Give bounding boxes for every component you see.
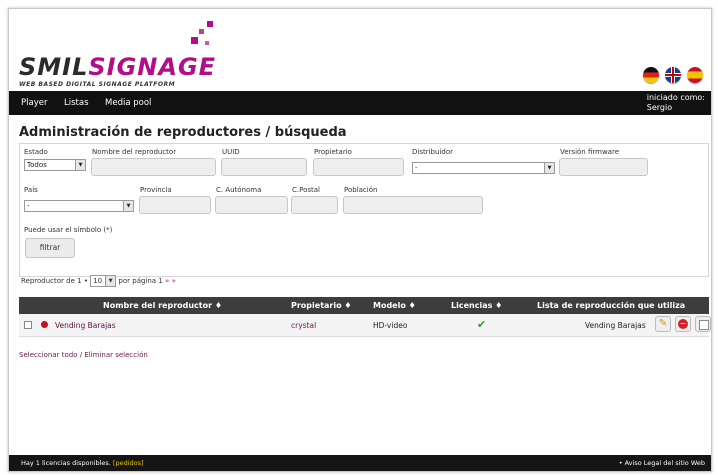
comunidad-input[interactable] <box>215 196 288 214</box>
license-check-icon: ✔ <box>477 318 487 331</box>
postal-input[interactable] <box>291 196 338 214</box>
main-navbar: Player Listas Media pool iniciado como: … <box>9 91 711 115</box>
app-window: SMILSIGNAGE WEB BASED DIGITAL SIGNAGE PL… <box>8 8 712 472</box>
logo-square <box>191 37 198 44</box>
players-table: Nombre del reproductor ♦ Propietario ♦ M… <box>19 297 711 337</box>
estado-label: Estado <box>24 148 48 156</box>
propietario-label: Propietario <box>314 148 352 156</box>
last-page-link[interactable]: » <box>172 277 176 285</box>
logo-square <box>199 29 204 34</box>
distribuidor-label: Distribuidor <box>412 148 453 156</box>
filter-button[interactable]: filtrar <box>25 238 75 258</box>
pais-label: País <box>24 186 38 194</box>
col-licencias[interactable]: Licencias ♦ <box>451 301 502 310</box>
chevron-down-icon: ▼ <box>544 163 554 173</box>
logo[interactable]: SMILSIGNAGE WEB BASED DIGITAL SIGNAGE PL… <box>19 19 219 91</box>
orders-link[interactable]: [pedidos] <box>113 459 144 467</box>
status-dot-icon <box>41 321 48 328</box>
version-input[interactable] <box>559 158 648 176</box>
spain-flag-icon[interactable] <box>687 67 703 83</box>
pager-prefix: Reproductor de 1 • <box>21 277 88 285</box>
distribuidor-select[interactable]: - ▼ <box>412 162 555 174</box>
chevron-down-icon: ▼ <box>105 276 116 286</box>
estado-select[interactable]: Todos ▼ <box>24 159 86 171</box>
pager-suffix: por página <box>118 277 157 285</box>
nav-media-pool[interactable]: Media pool <box>105 98 151 108</box>
table-header: Nombre del reproductor ♦ Propietario ♦ M… <box>19 297 709 314</box>
logo-square <box>205 41 209 45</box>
logo-square <box>207 21 213 27</box>
col-lista: Lista de reproducción que utiliza <box>537 301 686 310</box>
nombre-label: Nombre del reproductor <box>92 148 177 156</box>
col-propietario[interactable]: Propietario ♦ <box>291 301 352 310</box>
german-flag-icon[interactable] <box>643 67 659 83</box>
provincia-label: Provincia <box>140 186 172 194</box>
logo-wordmark: SMILSIGNAGE <box>19 53 217 81</box>
select-all-link[interactable]: Seleccionar todo / Eliminar selección <box>19 351 148 359</box>
chevron-down-icon: ▼ <box>123 201 133 211</box>
postal-label: C.Postal <box>292 186 320 194</box>
nav-player[interactable]: Player <box>21 98 47 108</box>
comunidad-label: C. Autónoma <box>216 186 262 194</box>
player-name[interactable]: Vending Barajas <box>55 321 116 330</box>
player-owner: crystal <box>291 321 317 330</box>
wildcard-hint: Puede usar el símbolo (*) <box>24 226 113 234</box>
propietario-input[interactable] <box>313 158 404 176</box>
page-title: Administración de reproductores / búsque… <box>19 125 347 140</box>
row-checkbox[interactable] <box>24 321 32 329</box>
user-label: iniciado como: <box>646 93 705 102</box>
player-playlist: Vending Barajas <box>585 321 646 330</box>
next-page-link[interactable]: » <box>165 277 169 285</box>
edit-pencil-icon[interactable]: ✎ <box>655 316 671 332</box>
nav-listas[interactable]: Listas <box>64 98 89 108</box>
license-info: Hay 1 licencias disponibles. [pedidos] <box>21 459 144 467</box>
user-name: Sergio <box>646 103 673 112</box>
footer: Hay 1 licencias disponibles. [pedidos] •… <box>9 455 711 471</box>
view-icon[interactable] <box>695 316 711 332</box>
col-modelo[interactable]: Modelo ♦ <box>373 301 416 310</box>
uuid-input[interactable] <box>221 158 307 176</box>
provincia-input[interactable] <box>139 196 211 214</box>
nombre-input[interactable] <box>91 158 216 176</box>
table-row: Vending Barajas crystal HD-video ✔ Vendi… <box>19 314 711 337</box>
header: SMILSIGNAGE WEB BASED DIGITAL SIGNAGE PL… <box>9 9 711 91</box>
language-selector <box>643 67 703 83</box>
poblacion-input[interactable] <box>343 196 483 214</box>
page-number[interactable]: 1 <box>158 277 162 285</box>
license-count: Hay 1 licencias disponibles. <box>21 459 111 467</box>
chevron-down-icon: ▼ <box>75 160 85 170</box>
delete-icon[interactable]: − <box>675 316 691 332</box>
player-model: HD-video <box>373 321 408 330</box>
uk-flag-icon[interactable] <box>665 67 681 83</box>
pais-select[interactable]: - ▼ <box>24 200 134 212</box>
poblacion-label: Población <box>344 186 378 194</box>
version-label: Versión firmware <box>560 148 619 156</box>
col-nombre[interactable]: Nombre del reproductor ♦ <box>103 301 222 310</box>
pagination: Reproductor de 1 • 10 ▼ por página 1 » » <box>21 275 176 287</box>
logged-in-user: iniciado como: Sergio <box>647 93 705 113</box>
uuid-label: UUID <box>222 148 240 156</box>
logo-subtitle: WEB BASED DIGITAL SIGNAGE PLATFORM <box>19 81 176 88</box>
per-page-select[interactable]: 10 ▼ <box>90 275 117 287</box>
legal-link[interactable]: • Aviso Legal del sitio Web <box>619 459 705 467</box>
filter-panel: Estado Todos ▼ Nombre del reproductor UUI… <box>19 143 709 277</box>
